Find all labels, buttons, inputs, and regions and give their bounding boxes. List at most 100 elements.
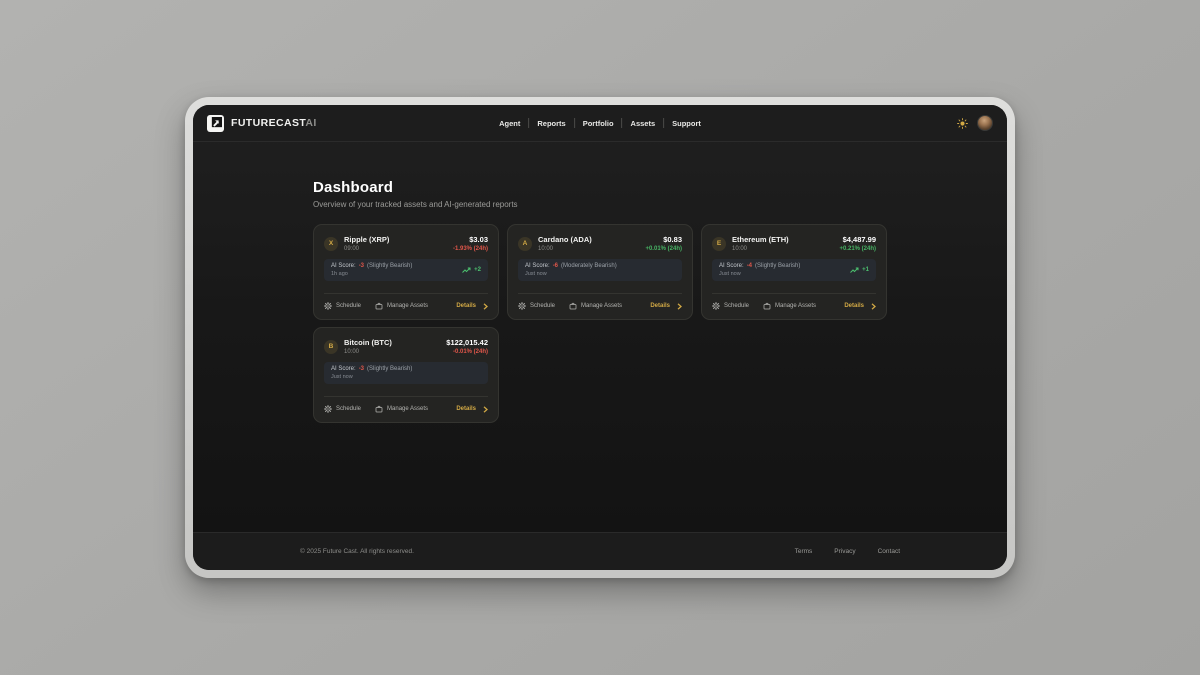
ai-score-value: -6 bbox=[553, 263, 558, 269]
asset-change: -0.01% (24h) bbox=[453, 349, 488, 355]
manage-assets-button[interactable]: Manage Assets bbox=[763, 302, 816, 310]
page-title: Dashboard bbox=[313, 179, 887, 196]
asset-time: 10:00 bbox=[344, 349, 392, 355]
theme-toggle-button[interactable] bbox=[957, 118, 968, 129]
copyright-text: © 2025 Future Cast. All rights reserved. bbox=[300, 548, 414, 555]
asset-initial-badge: X bbox=[324, 237, 338, 251]
brand-logo-icon bbox=[207, 115, 224, 132]
trending-up-icon bbox=[850, 267, 859, 274]
brand: FUTURECASTAI bbox=[207, 115, 317, 132]
topbar-right bbox=[957, 115, 993, 131]
asset-change: +0.01% (24h) bbox=[645, 246, 682, 252]
ai-sentiment: (Slightly Bearish) bbox=[367, 263, 412, 269]
chevron-right-icon bbox=[483, 303, 488, 310]
details-button[interactable]: Details bbox=[456, 303, 488, 310]
ai-score-label: AI Score: bbox=[331, 263, 356, 269]
page-subtitle: Overview of your tracked assets and AI-g… bbox=[313, 200, 887, 209]
ai-sentiment: (Slightly Bearish) bbox=[367, 366, 412, 372]
main-nav: Agent Reports Portfolio Assets Support bbox=[491, 105, 709, 141]
asset-card-ethereum: E Ethereum (ETH) 10:00 $4,487.99 +0.21% … bbox=[701, 224, 887, 320]
gear-icon bbox=[324, 302, 332, 310]
footer-link-privacy[interactable]: Privacy bbox=[834, 548, 855, 555]
ai-sentiment: (Moderately Bearish) bbox=[561, 263, 617, 269]
gear-icon bbox=[324, 405, 332, 413]
ai-updated-time: 1h ago bbox=[331, 271, 412, 277]
ai-updated-time: Just now bbox=[525, 271, 617, 277]
ai-score-value: -4 bbox=[747, 263, 752, 269]
ai-sentiment: (Slightly Bearish) bbox=[755, 263, 800, 269]
asset-price: $4,487.99 bbox=[843, 235, 876, 244]
asset-time: 10:00 bbox=[732, 246, 789, 252]
details-button[interactable]: Details bbox=[650, 303, 682, 310]
schedule-button[interactable]: Schedule bbox=[324, 405, 361, 413]
brand-name: FUTURECASTAI bbox=[231, 117, 317, 129]
schedule-button[interactable]: Schedule bbox=[518, 302, 555, 310]
asset-change: +0.21% (24h) bbox=[839, 246, 876, 252]
ai-score-panel: AI Score: -3 (Slightly Bearish) Just now bbox=[324, 362, 488, 384]
ai-score-label: AI Score: bbox=[719, 263, 744, 269]
chevron-right-icon bbox=[871, 303, 876, 310]
nav-item-support[interactable]: Support bbox=[664, 119, 709, 128]
trend-badge: +2 bbox=[462, 267, 481, 274]
asset-name: Ripple (XRP) bbox=[344, 235, 389, 244]
briefcase-icon bbox=[375, 302, 383, 310]
asset-change: -1.93% (24h) bbox=[453, 246, 488, 252]
main-area: Dashboard Overview of your tracked asset… bbox=[193, 142, 1007, 532]
details-button[interactable]: Details bbox=[456, 406, 488, 413]
nav-item-portfolio[interactable]: Portfolio bbox=[575, 119, 622, 128]
ai-score-panel: AI Score: -4 (Slightly Bearish) Just now bbox=[712, 259, 876, 281]
asset-price: $122,015.42 bbox=[446, 338, 488, 347]
manage-assets-button[interactable]: Manage Assets bbox=[375, 302, 428, 310]
details-button[interactable]: Details bbox=[844, 303, 876, 310]
nav-item-reports[interactable]: Reports bbox=[529, 119, 573, 128]
app-window: FUTURECASTAI Agent Reports Portfolio Ass… bbox=[193, 105, 1007, 570]
ai-updated-time: Just now bbox=[719, 271, 800, 277]
footer-links: Terms Privacy Contact bbox=[795, 548, 900, 555]
briefcase-icon bbox=[763, 302, 771, 310]
asset-time: 09:00 bbox=[344, 246, 389, 252]
asset-card-bitcoin: B Bitcoin (BTC) 10:00 $122,015.42 -0.01%… bbox=[313, 327, 499, 423]
manage-assets-button[interactable]: Manage Assets bbox=[569, 302, 622, 310]
schedule-button[interactable]: Schedule bbox=[324, 302, 361, 310]
asset-name: Bitcoin (BTC) bbox=[344, 338, 392, 347]
gear-icon bbox=[712, 302, 720, 310]
nav-item-agent[interactable]: Agent bbox=[491, 119, 528, 128]
asset-card-grid: X Ripple (XRP) 09:00 $3.03 -1.93% (24h) bbox=[313, 224, 887, 423]
device-frame: FUTURECASTAI Agent Reports Portfolio Ass… bbox=[185, 97, 1015, 578]
footer-link-terms[interactable]: Terms bbox=[795, 548, 813, 555]
briefcase-icon bbox=[375, 405, 383, 413]
ai-score-value: -3 bbox=[359, 366, 364, 372]
asset-card-ripple: X Ripple (XRP) 09:00 $3.03 -1.93% (24h) bbox=[313, 224, 499, 320]
top-navigation-bar: FUTURECASTAI Agent Reports Portfolio Ass… bbox=[193, 105, 1007, 142]
schedule-button[interactable]: Schedule bbox=[712, 302, 749, 310]
ai-score-value: -3 bbox=[359, 263, 364, 269]
asset-initial-badge: A bbox=[518, 237, 532, 251]
chevron-right-icon bbox=[483, 406, 488, 413]
chevron-right-icon bbox=[677, 303, 682, 310]
trend-badge: +1 bbox=[850, 267, 869, 274]
app-footer: © 2025 Future Cast. All rights reserved.… bbox=[193, 532, 1007, 570]
footer-link-contact[interactable]: Contact bbox=[878, 548, 900, 555]
sun-icon bbox=[957, 118, 968, 129]
gear-icon bbox=[518, 302, 526, 310]
ai-score-panel: AI Score: -6 (Moderately Bearish) Just n… bbox=[518, 259, 682, 281]
nav-item-assets[interactable]: Assets bbox=[623, 119, 664, 128]
ai-score-label: AI Score: bbox=[525, 263, 550, 269]
asset-card-cardano: A Cardano (ADA) 10:00 $0.83 +0.01% (24h) bbox=[507, 224, 693, 320]
ai-score-panel: AI Score: -3 (Slightly Bearish) 1h ago bbox=[324, 259, 488, 281]
asset-initial-badge: B bbox=[324, 340, 338, 354]
asset-price: $3.03 bbox=[469, 235, 488, 244]
trend-value: +2 bbox=[474, 267, 481, 273]
asset-time: 10:00 bbox=[538, 246, 592, 252]
ai-score-label: AI Score: bbox=[331, 366, 356, 372]
asset-name: Cardano (ADA) bbox=[538, 235, 592, 244]
asset-initial-badge: E bbox=[712, 237, 726, 251]
ai-updated-time: Just now bbox=[331, 374, 412, 380]
asset-price: $0.83 bbox=[663, 235, 682, 244]
asset-name: Ethereum (ETH) bbox=[732, 235, 789, 244]
briefcase-icon bbox=[569, 302, 577, 310]
trend-value: +1 bbox=[862, 267, 869, 273]
manage-assets-button[interactable]: Manage Assets bbox=[375, 405, 428, 413]
user-avatar[interactable] bbox=[977, 115, 993, 131]
trending-up-icon bbox=[462, 267, 471, 274]
